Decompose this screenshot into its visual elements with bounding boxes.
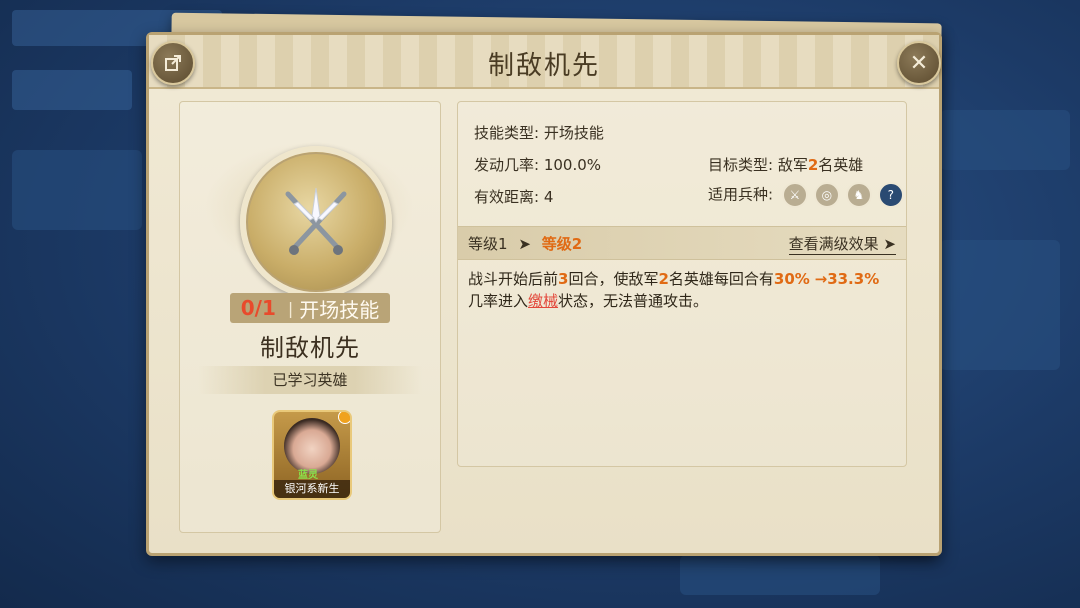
skill-count-bar: 0/1 | 开场技能 xyxy=(230,293,390,323)
desc-part1: 战斗开始后前 xyxy=(468,270,559,288)
desc-part3: 名英雄每回合有 xyxy=(668,270,774,288)
sword-icon[interactable]: ⚔ xyxy=(781,182,808,208)
skill-type-value: 开场技能 xyxy=(543,124,604,142)
skill-summary-panel: 0/1 | 开场技能 制敌机先 已学习英雄 蓝灵 银河系新生 xyxy=(179,101,441,533)
level-to: 等级2 xyxy=(541,235,583,253)
hero-badge-icon xyxy=(338,412,350,424)
target-type-row: 目标类型: 敌军2名英雄 xyxy=(708,154,863,175)
trigger-rate-row: 发动几率: 100.0% xyxy=(474,154,601,175)
skill-type-row: 技能类型: 开场技能 xyxy=(474,122,604,143)
desc-rounds: 3 xyxy=(558,270,569,288)
desc-part5: 状态，无法普通攻击。 xyxy=(558,292,709,310)
target-count: 2 xyxy=(807,156,819,174)
target-prefix: 敌军 xyxy=(777,156,808,174)
crossed-swords-icon xyxy=(285,187,347,255)
skill-emblem xyxy=(240,146,392,298)
trigger-rate-value: 100.0% xyxy=(543,156,602,174)
close-icon: ✕ xyxy=(909,50,929,76)
close-button[interactable]: ✕ xyxy=(897,41,941,85)
target-type-label: 目标类型: xyxy=(708,156,774,174)
bg-card-left xyxy=(12,150,142,230)
target-suffix: 名英雄 xyxy=(818,156,864,174)
level-progression: 等级1 ➤ 等级2 xyxy=(468,233,582,254)
trigger-rate-label: 发动几率: xyxy=(474,156,540,174)
dialog-header: 制敌机先 ✕ xyxy=(149,35,941,89)
skill-type-label: 技能类型: xyxy=(474,124,540,142)
skill-dialog: 制敌机先 ✕ 0/1 | 开场技能 制敌机先 已学习英雄 蓝灵 银河系新生 技能… xyxy=(146,32,942,556)
troop-label: 适用兵种: xyxy=(708,185,774,204)
desc-rate-from: 30% xyxy=(773,270,810,288)
desc-targets: 2 xyxy=(658,270,669,288)
hero-tag: 蓝灵 xyxy=(298,470,318,481)
bg-card-right-portrait xyxy=(940,240,1060,370)
bg-bottom-button xyxy=(680,555,880,595)
level-bar: 等级1 ➤ 等级2 查看满级效果 ➤ xyxy=(458,226,906,260)
level-arrow-icon: ➤ xyxy=(518,235,531,253)
hero-card[interactable]: 蓝灵 银河系新生 xyxy=(272,410,352,500)
learned-heroes-label: 已学习英雄 xyxy=(198,366,422,394)
desc-status-link[interactable]: 缴械 xyxy=(528,292,558,310)
desc-rate-to: 33.3% xyxy=(827,270,880,288)
view-max-level-label: 查看满级效果 xyxy=(788,235,879,253)
desc-part2: 回合，使敌军 xyxy=(568,270,659,288)
skill-description: 战斗开始后前3回合，使敌军2名英雄每回合有30% →33.3% 几率进入缴械状态… xyxy=(468,268,896,312)
count-separator: | xyxy=(287,298,294,318)
hero-name: 银河系新生 xyxy=(274,480,350,498)
bg-side-bar xyxy=(12,70,132,110)
bow-target-icon[interactable]: ◎ xyxy=(813,182,840,208)
skill-details-panel: 技能类型: 开场技能 发动几率: 100.0% 目标类型: 敌军2名英雄 有效距… xyxy=(457,101,907,467)
view-max-level-link[interactable]: 查看满级效果 ➤ xyxy=(788,233,896,255)
skill-name: 制敌机先 xyxy=(260,334,360,362)
dialog-title: 制敌机先 xyxy=(487,51,600,81)
troop-row: 适用兵种: ⚔ ◎ ♞ ? xyxy=(708,182,904,208)
skill-category: 开场技能 xyxy=(299,297,380,322)
bg-card-right xyxy=(940,110,1070,170)
range-label: 有效距离: xyxy=(474,188,540,206)
range-value: 4 xyxy=(543,188,554,206)
chevron-right-icon: ➤ xyxy=(883,235,896,253)
desc-part4: 几率进入 xyxy=(468,292,529,310)
level-from: 等级1 xyxy=(468,235,508,253)
range-row: 有效距离: 4 xyxy=(474,186,553,207)
learn-count: 0/1 xyxy=(240,296,276,320)
horse-icon[interactable]: ♞ xyxy=(845,182,872,208)
question-icon[interactable]: ? xyxy=(877,182,904,208)
desc-rate-arrow: → xyxy=(814,270,828,288)
troop-icons: ⚔ ◎ ♞ ? xyxy=(781,182,904,208)
